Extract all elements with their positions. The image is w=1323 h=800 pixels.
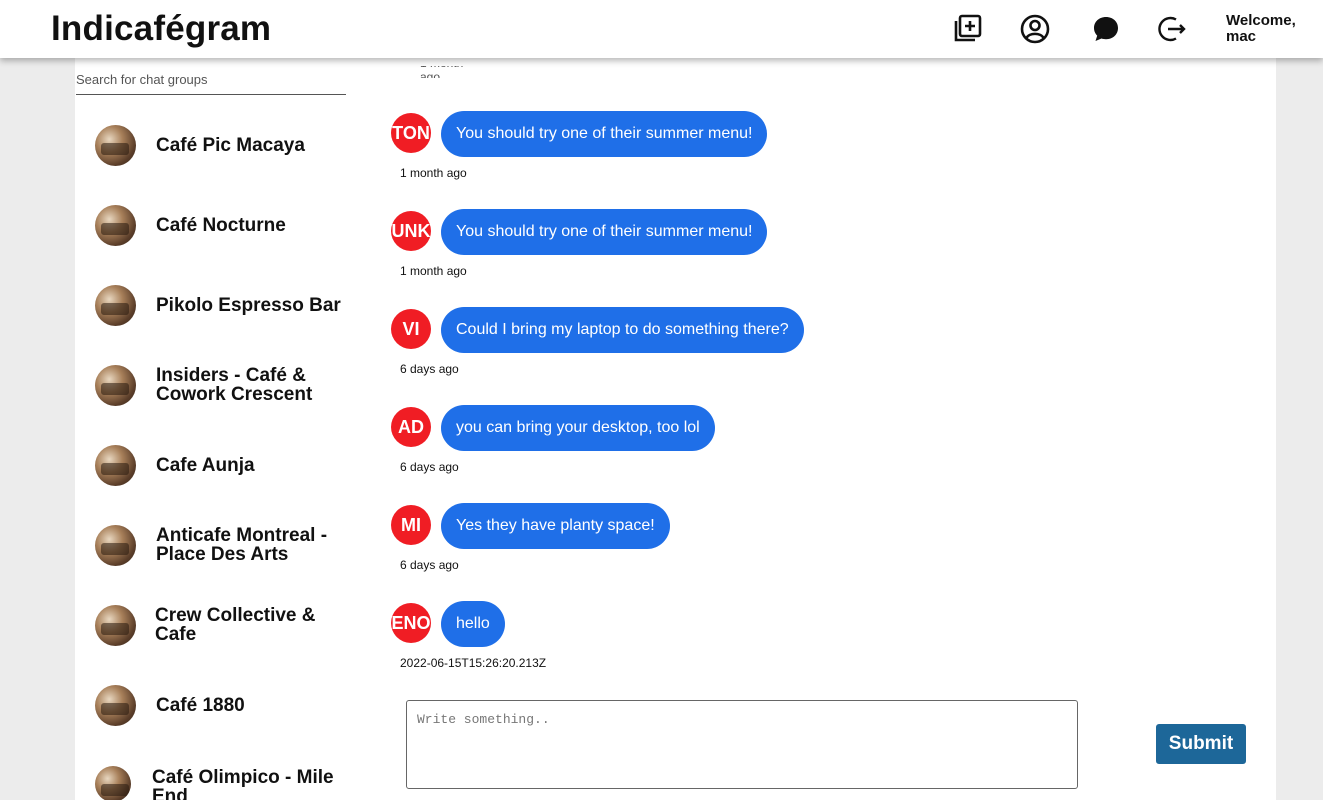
group-name: Pikolo Espresso Bar (156, 294, 341, 316)
message-timestamp: 6 days ago (400, 460, 459, 474)
welcome-username: mac (1226, 28, 1257, 45)
message-input[interactable] (406, 700, 1078, 789)
group-avatar (95, 684, 136, 726)
submit-button[interactable]: Submit (1156, 724, 1246, 764)
message-bubble: You should try one of their summer menu! (441, 111, 768, 157)
chat-group-item[interactable]: Pikolo Espresso Bar (95, 280, 350, 330)
message-timestamp: 2022-06-15T15:26:20.213Z (400, 656, 547, 670)
group-avatar (95, 524, 136, 566)
chat-group-item[interactable]: Insiders - Café & Cowork Crescent (95, 360, 350, 410)
message-bubble: you can bring your desktop, too lol (441, 405, 715, 451)
chat-icon[interactable] (1089, 12, 1123, 46)
chat-group-item[interactable]: Café Olimpico - Mile End (95, 762, 350, 800)
group-name: Café Nocturne (156, 214, 286, 236)
group-avatar (95, 766, 131, 800)
user-avatar: UNK (391, 211, 431, 251)
welcome-label: Welcome, (1226, 12, 1296, 29)
chat-group-item[interactable]: Anticafe Montreal - Place Des Arts (95, 520, 350, 570)
group-avatar (95, 284, 136, 326)
group-name: Café Olimpico - Mile End (152, 767, 334, 800)
message-bubble: You should try one of their summer menu! (441, 209, 768, 255)
message-timestamp: 1 month ago (400, 264, 467, 278)
chat-group-item[interactable]: Café Nocturne (95, 200, 350, 250)
group-avatar (95, 604, 136, 646)
group-name: Cafe Aunja (156, 454, 255, 476)
user-avatar: AD (391, 407, 431, 447)
group-name: Insiders - Café & Cowork Crescent (156, 365, 313, 405)
logout-icon[interactable] (1155, 12, 1189, 46)
message-bubble: Yes they have planty space! (441, 503, 670, 549)
group-name: Café 1880 (156, 694, 245, 716)
welcome-text: Welcome, mac (1226, 13, 1296, 45)
top-header: Indicafégram Welcome, mac (0, 0, 1323, 58)
group-avatar (95, 444, 136, 486)
chat-group-item[interactable]: Café Pic Macaya (95, 120, 350, 170)
search-input[interactable] (76, 64, 346, 95)
group-name: Crew Collective & Cafe (155, 605, 316, 645)
profile-icon[interactable] (1018, 12, 1052, 46)
user-avatar: TON (391, 113, 431, 153)
message-bubble: hello (441, 601, 505, 647)
group-name: Café Pic Macaya (156, 134, 305, 156)
group-avatar (95, 204, 136, 246)
message-timestamp: 6 days ago (400, 362, 459, 376)
group-avatar (95, 124, 136, 166)
add-post-icon[interactable] (950, 12, 984, 46)
chat-group-item[interactable]: Crew Collective & Cafe (95, 600, 350, 650)
message-timestamp: 1 month ago (400, 166, 467, 180)
user-avatar: VI (391, 309, 431, 349)
group-avatar (95, 364, 136, 406)
group-name: Anticafe Montreal - Place Des Arts (156, 525, 328, 565)
brand-logo[interactable]: Indicafégram (51, 9, 271, 49)
clipped-timestamp-fragment: 1 month ago (420, 66, 463, 78)
chat-group-item[interactable]: Cafe Aunja (95, 440, 350, 490)
user-avatar: ENO (391, 603, 431, 643)
user-avatar: MI (391, 505, 431, 545)
chat-group-item[interactable]: Café 1880 (95, 680, 350, 730)
message-bubble: Could I bring my laptop to do something … (441, 307, 804, 353)
message-timestamp: 6 days ago (400, 558, 459, 572)
